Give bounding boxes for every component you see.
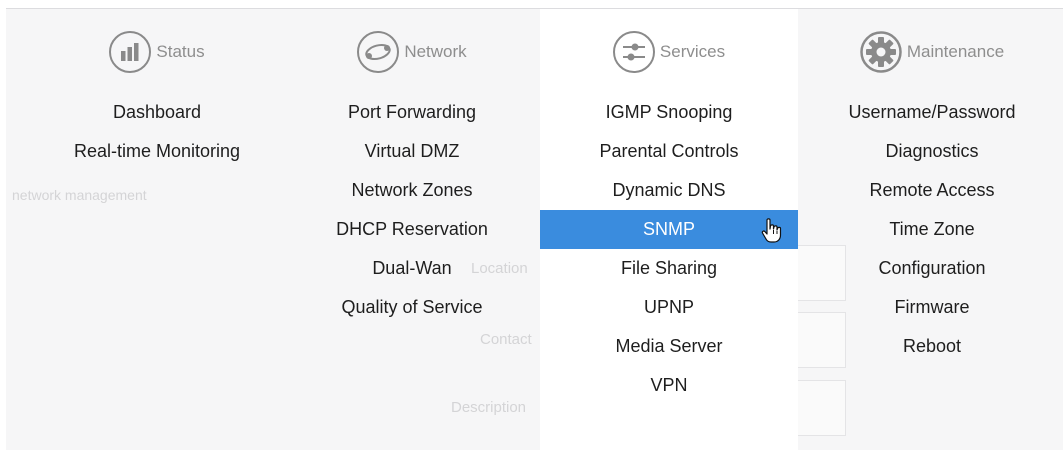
bar-chart-icon xyxy=(109,31,152,73)
menu-item-dynamic-dns[interactable]: Dynamic DNS xyxy=(540,171,798,210)
menu-item-vpn[interactable]: VPN xyxy=(540,366,798,405)
menu-item-dashboard[interactable]: Dashboard xyxy=(46,93,268,132)
menu-item-upnp[interactable]: UPNP xyxy=(540,288,798,327)
status-menu-list: Dashboard Real-time Monitoring xyxy=(46,93,268,171)
background-description-field xyxy=(796,380,846,436)
maintenance-label: Maintenance xyxy=(906,42,1005,61)
gear-icon xyxy=(860,31,902,73)
services-category[interactable]: Services xyxy=(540,29,798,75)
background-contact-label: Contact xyxy=(480,331,532,348)
menu-item-quality-of-service[interactable]: Quality of Service xyxy=(298,288,526,327)
status-column: Status Dashboard Real-time Monitoring xyxy=(46,9,268,171)
network-label: Network xyxy=(404,42,467,61)
hand-pointer-cursor-icon xyxy=(761,218,783,258)
network-link-icon xyxy=(357,31,400,73)
menu-item-username-password[interactable]: Username/Password xyxy=(814,93,1050,132)
menu-item-dual-wan[interactable]: Dual-Wan xyxy=(298,249,526,288)
menu-item-reboot[interactable]: Reboot xyxy=(814,327,1050,366)
network-menu-list: Port Forwarding Virtual DMZ Network Zone… xyxy=(298,93,526,327)
menu-item-real-time-monitoring[interactable]: Real-time Monitoring xyxy=(46,132,268,171)
maintenance-menu-list: Username/Password Diagnostics Remote Acc… xyxy=(814,93,1050,366)
menu-item-dhcp-reservation[interactable]: DHCP Reservation xyxy=(298,210,526,249)
background-hint-text: network management xyxy=(12,187,147,203)
menu-item-firmware[interactable]: Firmware xyxy=(814,288,1050,327)
menu-item-snmp[interactable]: SNMP xyxy=(540,210,798,249)
maintenance-column: Maintenance Username/Password Diagnostic… xyxy=(814,9,1050,366)
menu-item-network-zones[interactable]: Network Zones xyxy=(298,171,526,210)
status-label: Status xyxy=(156,42,205,61)
menu-item-port-forwarding[interactable]: Port Forwarding xyxy=(298,93,526,132)
sliders-icon xyxy=(612,31,655,73)
menu-item-parental-controls[interactable]: Parental Controls xyxy=(540,132,798,171)
menu-item-remote-access[interactable]: Remote Access xyxy=(814,171,1050,210)
menu-item-time-zone[interactable]: Time Zone xyxy=(814,210,1050,249)
status-category[interactable]: Status xyxy=(46,29,268,75)
network-category[interactable]: Network xyxy=(298,29,526,75)
menu-item-snmp-label: SNMP xyxy=(642,219,695,239)
menu-item-igmp-snooping[interactable]: IGMP Snooping xyxy=(540,93,798,132)
background-description-label: Description xyxy=(451,399,527,416)
menu-item-virtual-dmz[interactable]: Virtual DMZ xyxy=(298,132,526,171)
menu-item-configuration[interactable]: Configuration xyxy=(814,249,1050,288)
services-column: Services IGMP Snooping Parental Controls… xyxy=(540,9,798,405)
services-menu-list: IGMP Snooping Parental Controls Dynamic … xyxy=(540,93,798,405)
menu-item-file-sharing[interactable]: File Sharing xyxy=(540,249,798,288)
maintenance-category[interactable]: Maintenance xyxy=(814,29,1050,75)
menu-item-diagnostics[interactable]: Diagnostics xyxy=(814,132,1050,171)
services-label: Services xyxy=(659,42,726,61)
menu-item-media-server[interactable]: Media Server xyxy=(540,327,798,366)
network-column: Network Port Forwarding Virtual DMZ Netw… xyxy=(298,9,526,327)
menu-frame: network management Location Contact Desc… xyxy=(6,8,1063,450)
